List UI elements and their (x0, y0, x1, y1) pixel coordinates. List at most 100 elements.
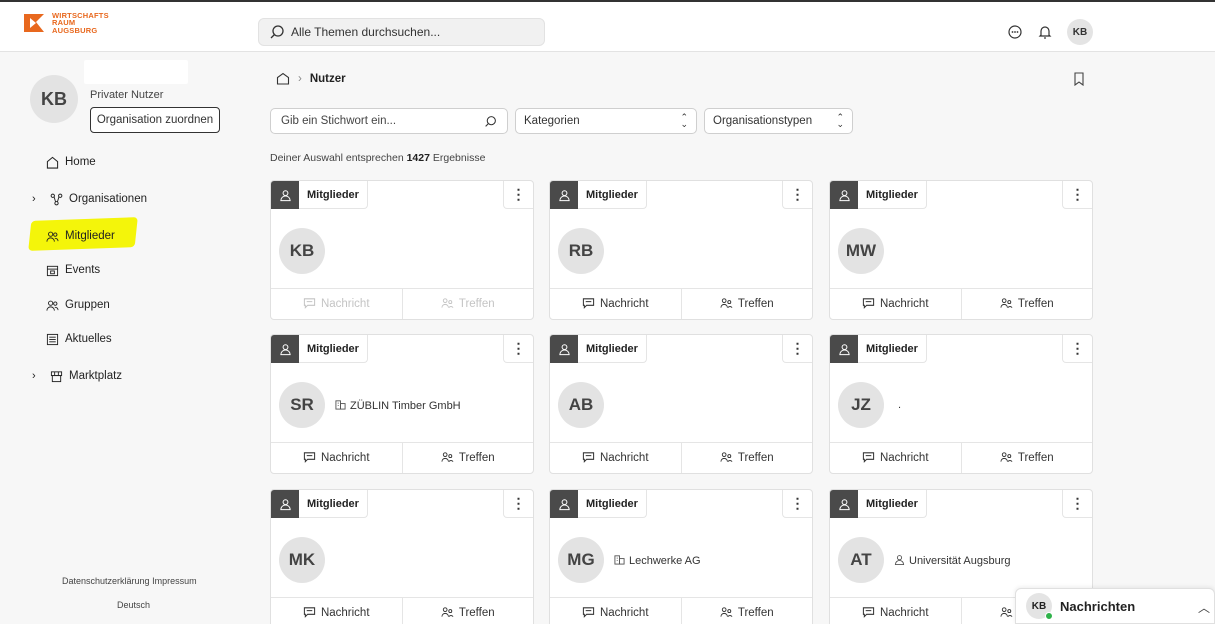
search-icon[interactable] (484, 115, 497, 128)
card-menu-button[interactable]: ⋮ (1062, 335, 1092, 363)
footer-links: Datenschutzerklärung Impressum (62, 576, 197, 586)
online-status-dot (1045, 612, 1053, 620)
member-organisation: Universität Augsburg (894, 554, 1011, 568)
member-card[interactable]: Mitglieder ⋮ JZ . Nachricht Treffen (829, 334, 1093, 474)
message-button[interactable]: Nachricht (550, 443, 681, 473)
profile-avatar[interactable]: KB (30, 75, 78, 123)
sidebar-item-events[interactable]: Events (46, 260, 100, 280)
card-header: Mitglieder (271, 181, 368, 209)
member-card[interactable]: Mitglieder ⋮ KB Nachricht Treffen (270, 180, 534, 320)
member-avatar[interactable]: RB (558, 228, 604, 274)
member-card[interactable]: Mitglieder ⋮ MG Lechwerke AG Nachricht T… (549, 489, 813, 624)
keyword-search-input[interactable]: Gib ein Stichwort ein... (270, 108, 508, 134)
member-avatar[interactable]: SR (279, 382, 325, 428)
message-button[interactable]: Nachricht (550, 289, 681, 319)
message-button[interactable]: Nachricht (271, 598, 402, 624)
member-avatar[interactable]: KB (279, 228, 325, 274)
privacy-link[interactable]: Datenschutzerklärung (62, 576, 150, 586)
sidebar-item-organisationen[interactable]: › Organisationen (32, 189, 147, 209)
card-actions: Nachricht Treffen (271, 442, 533, 473)
sidebar-item-aktuelles[interactable]: Aktuelles (46, 329, 112, 349)
card-menu-button[interactable]: ⋮ (503, 490, 533, 518)
card-menu-button[interactable]: ⋮ (1062, 181, 1092, 209)
messages-widget[interactable]: KB Nachrichten ︿ (1015, 588, 1215, 624)
chat-icon[interactable] (1007, 24, 1023, 40)
sidebar: KB Privater Nutzer Organisation zuordnen… (0, 53, 245, 624)
card-menu-button[interactable]: ⋮ (782, 490, 812, 518)
member-organisation-name: ZÜBLIN Timber GmbH (350, 400, 461, 412)
card-menu-button[interactable]: ⋮ (503, 335, 533, 363)
member-organisation-name: Lechwerke AG (629, 555, 701, 567)
member-avatar[interactable]: MK (279, 537, 325, 583)
meet-icon (1000, 606, 1013, 621)
message-button[interactable]: Nachricht (271, 443, 402, 473)
building-icon-marker (614, 554, 625, 568)
member-avatar[interactable]: JZ (838, 382, 884, 428)
member-avatar[interactable]: MW (838, 228, 884, 274)
message-button[interactable]: Nachricht (550, 598, 681, 624)
member-avatar[interactable]: AB (558, 382, 604, 428)
chevron-right-icon[interactable]: › (32, 193, 42, 205)
network-icon (50, 193, 63, 205)
member-card[interactable]: Mitglieder ⋮ RB Nachricht Treffen (549, 180, 813, 320)
imprint-link[interactable]: Impressum (152, 576, 197, 586)
card-actions: Nachricht Treffen (550, 288, 812, 319)
member-card[interactable]: Mitglieder ⋮ MW Nachricht Treffen (829, 180, 1093, 320)
bell-icon[interactable] (1037, 24, 1053, 40)
meet-button[interactable]: Treffen (680, 289, 813, 319)
meet-button[interactable]: Treffen (680, 598, 813, 624)
card-menu-button[interactable]: ⋮ (503, 181, 533, 209)
card-category-tag: Mitglieder (858, 490, 927, 518)
meet-button[interactable]: Treffen (401, 598, 534, 624)
card-menu-button[interactable]: ⋮ (1062, 490, 1092, 518)
message-icon (862, 606, 875, 621)
card-header: Mitglieder (550, 335, 647, 363)
member-icon (830, 490, 858, 518)
card-category-tag: Mitglieder (299, 490, 368, 518)
meet-label: Treffen (1017, 452, 1054, 464)
message-label: Nachricht (599, 607, 649, 619)
member-icon (271, 490, 299, 518)
organisation-type-select[interactable]: Organisationstypen ⌃ ⌄ (704, 108, 853, 134)
logo[interactable]: WIRTSCHAFTS RAUM AUGSBURG (22, 10, 109, 36)
card-menu-button[interactable]: ⋮ (782, 181, 812, 209)
sidebar-item-label: Events (65, 264, 101, 276)
message-button[interactable]: Nachricht (830, 443, 961, 473)
message-button[interactable]: Nachricht (271, 289, 402, 319)
global-search-input[interactable]: Alle Themen durchsuchen... (258, 18, 545, 46)
sidebar-item-home[interactable]: Home (46, 152, 96, 172)
sidebar-item-mitglieder[interactable]: Mitglieder (46, 226, 115, 246)
meet-button[interactable]: Treffen (960, 289, 1093, 319)
message-label: Nachricht (879, 607, 929, 619)
meet-icon (1000, 451, 1013, 466)
members-icon (46, 231, 59, 242)
category-select[interactable]: Kategorien ⌃ ⌄ (515, 108, 697, 134)
card-actions: Nachricht Treffen (271, 288, 533, 319)
language-selector[interactable]: Deutsch (117, 600, 150, 610)
member-avatar[interactable]: AT (838, 537, 884, 583)
meet-button[interactable]: Treffen (401, 443, 534, 473)
meet-button[interactable]: Treffen (401, 289, 534, 319)
card-menu-button[interactable]: ⋮ (782, 335, 812, 363)
home-icon[interactable] (276, 72, 290, 85)
chevron-right-icon[interactable]: › (32, 370, 42, 382)
chevron-up-icon[interactable]: ︿ (1198, 599, 1210, 616)
member-card[interactable]: Mitglieder ⋮ MK Nachricht Treffen (270, 489, 534, 624)
results-number: 1427 (406, 152, 430, 164)
meet-button[interactable]: Treffen (960, 443, 1093, 473)
chevron-updown-icon: ⌃ ⌄ (680, 112, 688, 129)
assign-organisation-button[interactable]: Organisation zuordnen (90, 107, 220, 133)
member-avatar[interactable]: MG (558, 537, 604, 583)
user-avatar[interactable]: KB (1067, 19, 1093, 45)
bookmark-icon[interactable] (1073, 72, 1085, 86)
message-button[interactable]: Nachricht (830, 598, 961, 624)
message-button[interactable]: Nachricht (830, 289, 961, 319)
message-label: Nachricht (879, 452, 929, 464)
member-card[interactable]: Mitglieder ⋮ SR ZÜBLIN Timber GmbH Nachr… (270, 334, 534, 474)
meet-icon (720, 606, 733, 621)
sidebar-item-gruppen[interactable]: Gruppen (46, 295, 110, 315)
sidebar-item-marktplatz[interactable]: › Marktplatz (32, 366, 122, 386)
member-card[interactable]: Mitglieder ⋮ AB Nachricht Treffen (549, 334, 813, 474)
meet-button[interactable]: Treffen (680, 443, 813, 473)
card-category-tag: Mitglieder (578, 181, 647, 209)
